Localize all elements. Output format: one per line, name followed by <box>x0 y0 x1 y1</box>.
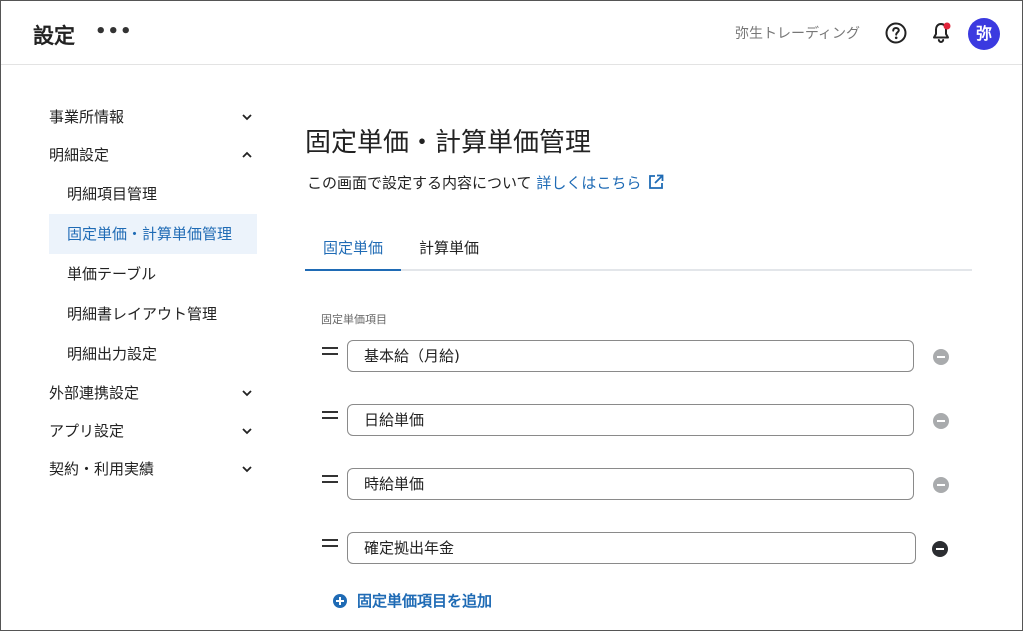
sidebar-subitem-statement-items[interactable]: 明細項目管理 <box>49 174 257 214</box>
external-link-icon <box>649 174 664 189</box>
drag-handle-icon[interactable] <box>322 411 338 425</box>
page-title: 固定単価・計算単価管理 <box>305 128 592 158</box>
sidebar-item-statement-settings[interactable]: 明細設定 <box>49 136 257 174</box>
item-name-field[interactable]: 時給単価 <box>347 468 914 500</box>
company-name[interactable]: 弥生トレーディング <box>735 23 860 43</box>
details-link-label: 詳しくはこちら <box>536 174 642 192</box>
sidebar-subitem-unit-price-management[interactable]: 固定単価・計算単価管理 <box>49 214 257 254</box>
add-fixed-unit-price-item-button[interactable]: 固定単価項目を追加 <box>333 590 492 611</box>
remove-icon[interactable] <box>933 413 949 429</box>
list-item: 日給単価 <box>322 404 962 436</box>
list-item: 時給単価 <box>322 468 962 500</box>
more-options-button[interactable]: ••• <box>95 21 133 42</box>
add-circle-icon <box>333 594 347 608</box>
help-icon[interactable] <box>885 22 907 44</box>
item-name-field[interactable]: 基本給（月給) <box>347 340 914 372</box>
settings-sidebar: 事業所情報 明細設定 明細項目管理 固定単価・計算単価管理 単価テーブル 明細書… <box>49 98 257 488</box>
sidebar-subitem-output-settings[interactable]: 明細出力設定 <box>49 334 257 374</box>
tab-fixed-unit-price[interactable]: 固定単価 <box>305 230 401 271</box>
drag-handle-icon[interactable] <box>322 539 338 553</box>
notification-bell-icon[interactable] <box>929 21 953 45</box>
sidebar-item-label: 契約・利用実績 <box>49 460 155 478</box>
remove-icon[interactable] <box>933 349 949 365</box>
item-name-field[interactable]: 確定拠出年金 <box>347 532 916 564</box>
sidebar-item-label: 明細設定 <box>49 146 110 164</box>
sidebar-item-label: アプリ設定 <box>49 422 125 440</box>
sidebar-item-label: 事業所情報 <box>49 108 125 126</box>
tab-bar: 固定単価 計算単価 <box>305 230 972 271</box>
page-header-title: 設定 <box>33 24 75 48</box>
remove-icon[interactable] <box>933 477 949 493</box>
sidebar-item-app-settings[interactable]: アプリ設定 <box>49 412 257 450</box>
sidebar-item-contract-usage[interactable]: 契約・利用実績 <box>49 450 257 488</box>
sidebar-item-external-integration[interactable]: 外部連携設定 <box>49 374 257 412</box>
drag-handle-icon[interactable] <box>322 475 338 489</box>
sidebar-item-business-info[interactable]: 事業所情報 <box>49 98 257 136</box>
add-button-label: 固定単価項目を追加 <box>357 592 493 610</box>
top-header: 設定 ••• 弥生トレーディング 弥 <box>1 1 1022 65</box>
chevron-up-icon <box>242 151 252 158</box>
tab-calculated-unit-price[interactable]: 計算単価 <box>401 230 497 271</box>
page-description: この画面で設定する内容について 詳しくはこちら <box>307 172 665 193</box>
remove-icon[interactable] <box>932 541 948 557</box>
chevron-down-icon <box>242 390 252 397</box>
description-text: この画面で設定する内容について <box>307 174 532 192</box>
chevron-down-icon <box>242 114 252 121</box>
list-item: 基本給（月給) <box>322 340 962 372</box>
drag-handle-icon[interactable] <box>322 347 338 361</box>
sidebar-subitem-unit-price-table[interactable]: 単価テーブル <box>49 254 257 294</box>
chevron-down-icon <box>242 428 252 435</box>
list-item: 確定拠出年金 <box>322 532 962 564</box>
item-name-field[interactable]: 日給単価 <box>347 404 914 436</box>
chevron-down-icon <box>242 466 252 473</box>
sidebar-subitem-layout-management[interactable]: 明細書レイアウト管理 <box>49 294 257 334</box>
fixed-unit-price-items-label: 固定単価項目 <box>321 313 387 326</box>
user-avatar[interactable]: 弥 <box>968 18 1000 50</box>
sidebar-item-label: 外部連携設定 <box>49 384 140 402</box>
details-link[interactable]: 詳しくはこちら <box>536 174 665 192</box>
